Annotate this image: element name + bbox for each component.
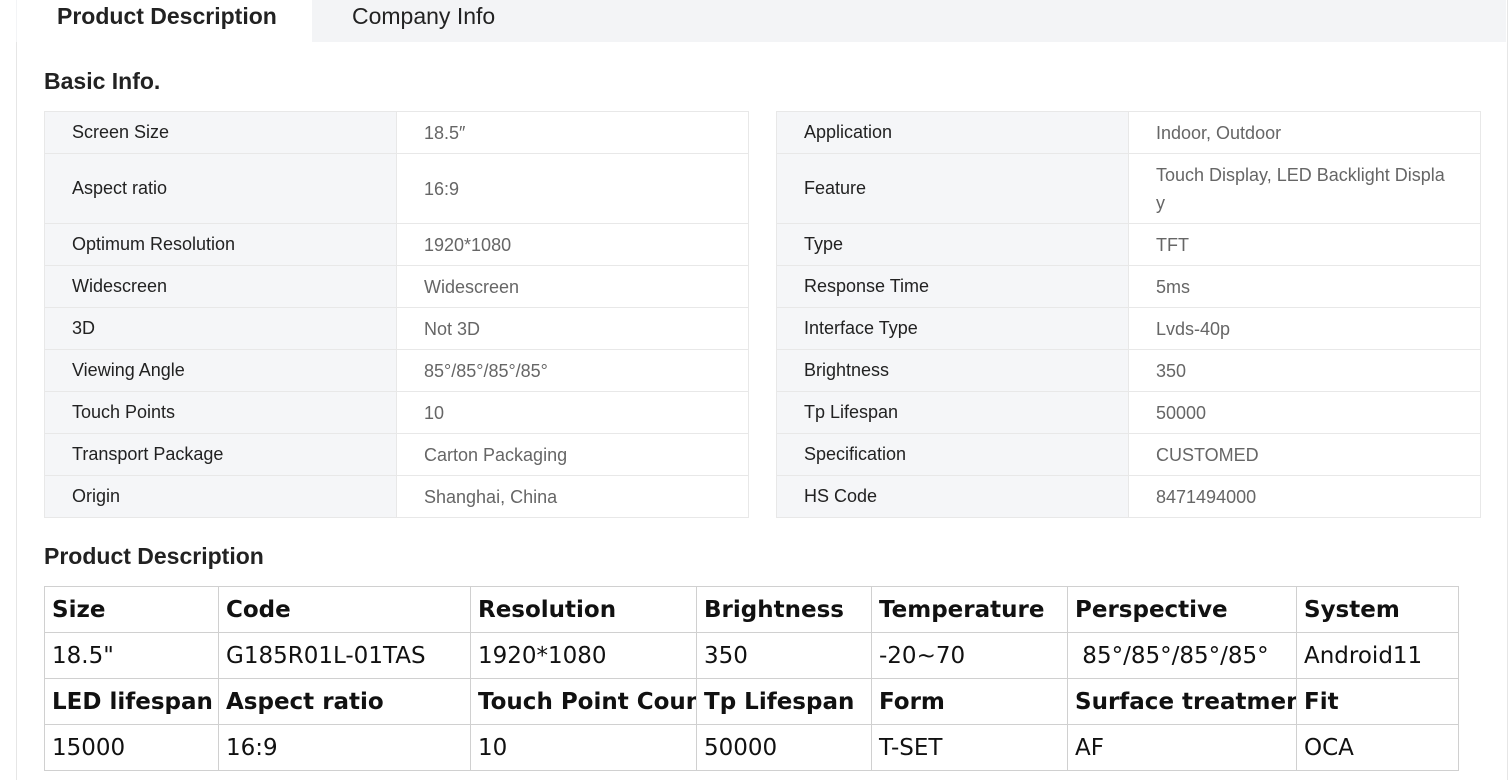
- spec-key: Tp Lifespan: [776, 391, 1129, 434]
- spec-value-cell: AF: [1067, 724, 1297, 771]
- spec-key: Touch Points: [44, 391, 397, 434]
- spec-value: 16:9: [396, 153, 749, 224]
- spec-key: Viewing Angle: [44, 349, 397, 392]
- spec-value: 10: [396, 391, 749, 434]
- spec-value: Widescreen: [396, 265, 749, 308]
- spec-value-cell: 10: [470, 724, 697, 771]
- table-row: HS Code 8471494000: [776, 475, 1481, 518]
- spec-header-cell: Tp Lifespan: [696, 678, 872, 725]
- spec-key: Origin: [44, 475, 397, 518]
- spec-value-cell: -20~70: [871, 632, 1068, 679]
- table-row: Screen Size 18.5″: [44, 111, 749, 154]
- spec-value: Not 3D: [396, 307, 749, 350]
- spec-header-cell: Touch Point Count: [470, 678, 697, 725]
- spec-header-cell: Temperature: [871, 586, 1068, 633]
- spec-header-cell: Aspect ratio: [218, 678, 471, 725]
- table-row: Application Indoor, Outdoor: [776, 111, 1481, 154]
- table-row: Response Time 5ms: [776, 265, 1481, 308]
- spec-value: Touch Display, LED Backlight Display: [1128, 153, 1481, 224]
- spec-header-cell: Code: [218, 586, 471, 633]
- spec-value: 8471494000: [1128, 475, 1481, 518]
- spec-header-row: LED lifespan Aspect ratio Touch Point Co…: [44, 678, 1459, 725]
- table-row: Transport Package Carton Packaging: [44, 433, 749, 476]
- spec-key: Response Time: [776, 265, 1129, 308]
- table-row: Touch Points 10: [44, 391, 749, 434]
- spec-value-row: 15000 16:9 10 50000 T-SET AF OCA: [44, 724, 1459, 771]
- tab-company-info[interactable]: Company Info: [312, 0, 572, 42]
- table-row: Brightness 350: [776, 349, 1481, 392]
- product-spec-table: Size Code Resolution Brightness Temperat…: [44, 586, 1459, 771]
- spec-value-cell: Android11: [1296, 632, 1459, 679]
- spec-key: Type: [776, 223, 1129, 266]
- spec-key: Optimum Resolution: [44, 223, 397, 266]
- spec-value: CUSTOMED: [1128, 433, 1481, 476]
- spec-value: 85°/85°/85°/85°: [396, 349, 749, 392]
- spec-header-cell: Surface treatment: [1067, 678, 1297, 725]
- table-row: Widescreen Widescreen: [44, 265, 749, 308]
- spec-value: Indoor, Outdoor: [1128, 111, 1481, 154]
- spec-value: 350: [1128, 349, 1481, 392]
- spec-value-cell: G185R01L-01TAS: [218, 632, 471, 679]
- table-row: Interface Type Lvds-40p: [776, 307, 1481, 350]
- spec-value-row: 18.5" G185R01L-01TAS 1920*1080 350 -20~7…: [44, 632, 1459, 679]
- spec-value-cell: T-SET: [871, 724, 1068, 771]
- table-row: Specification CUSTOMED: [776, 433, 1481, 476]
- spec-key: Specification: [776, 433, 1129, 476]
- spec-header-cell: LED lifespan: [44, 678, 219, 725]
- spec-key: Brightness: [776, 349, 1129, 392]
- table-row: 3D Not 3D: [44, 307, 749, 350]
- spec-value: Carton Packaging: [396, 433, 749, 476]
- spec-value-cell: 18.5": [44, 632, 219, 679]
- spec-value: 1920*1080: [396, 223, 749, 266]
- spec-value: TFT: [1128, 223, 1481, 266]
- spec-value: Lvds-40p: [1128, 307, 1481, 350]
- spec-header-cell: Fit: [1296, 678, 1459, 725]
- spec-value-cell: 16:9: [218, 724, 471, 771]
- basic-info-heading: Basic Info.: [44, 68, 161, 94]
- spec-value: 18.5″: [396, 111, 749, 154]
- spec-value-cell: 1920*1080: [470, 632, 697, 679]
- spec-key: Widescreen: [44, 265, 397, 308]
- table-row: Aspect ratio 16:9: [44, 153, 749, 224]
- table-row: Optimum Resolution 1920*1080: [44, 223, 749, 266]
- spec-value-cell: 15000: [44, 724, 219, 771]
- spec-header-cell: Brightness: [696, 586, 872, 633]
- spec-key: Aspect ratio: [44, 153, 397, 224]
- spec-key: 3D: [44, 307, 397, 350]
- tab-product-description[interactable]: Product Description: [17, 0, 312, 42]
- spec-key: Transport Package: [44, 433, 397, 476]
- table-row: Feature Touch Display, LED Backlight Dis…: [776, 153, 1481, 224]
- spec-key: Feature: [776, 153, 1129, 224]
- product-description-heading: Product Description: [44, 543, 264, 569]
- spec-header-cell: Resolution: [470, 586, 697, 633]
- spec-header-cell: Size: [44, 586, 219, 633]
- basic-info-table-right: Application Indoor, Outdoor Feature Touc…: [776, 111, 1481, 518]
- spec-header-row: Size Code Resolution Brightness Temperat…: [44, 586, 1459, 633]
- spec-key: Interface Type: [776, 307, 1129, 350]
- spec-header-cell: System: [1296, 586, 1459, 633]
- table-row: Type TFT: [776, 223, 1481, 266]
- table-row: Viewing Angle 85°/85°/85°/85°: [44, 349, 749, 392]
- table-row: Tp Lifespan 50000: [776, 391, 1481, 434]
- spec-value: 5ms: [1128, 265, 1481, 308]
- spec-value-cell: 85°/85°/85°/85°: [1067, 632, 1297, 679]
- basic-info-table-left: Screen Size 18.5″ Aspect ratio 16:9 Opti…: [44, 111, 749, 518]
- spec-key: Screen Size: [44, 111, 397, 154]
- spec-value-cell: 50000: [696, 724, 872, 771]
- spec-header-cell: Perspective: [1067, 586, 1297, 633]
- spec-header-cell: Form: [871, 678, 1068, 725]
- table-row: Origin Shanghai, China: [44, 475, 749, 518]
- spec-key: Application: [776, 111, 1129, 154]
- spec-value: Shanghai, China: [396, 475, 749, 518]
- spec-value-cell: OCA: [1296, 724, 1459, 771]
- spec-value: 50000: [1128, 391, 1481, 434]
- spec-key: HS Code: [776, 475, 1129, 518]
- spec-value-cell: 350: [696, 632, 872, 679]
